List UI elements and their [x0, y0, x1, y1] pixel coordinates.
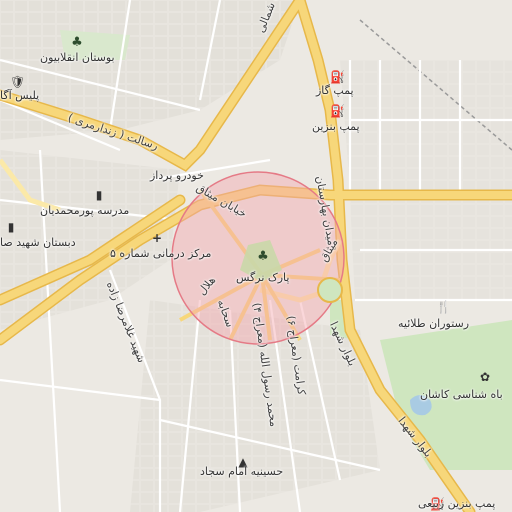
tree-icon[interactable]: ✿ — [478, 370, 492, 384]
school-icon[interactable]: ▮ — [92, 188, 106, 202]
poi-label: رستوران طلائیه — [398, 317, 470, 330]
roundabout — [317, 277, 343, 303]
residential-area — [340, 60, 512, 190]
police-icon[interactable]: 🛡 — [10, 75, 25, 89]
fuel-icon[interactable]: ⛽ — [330, 70, 345, 84]
restaurant-icon[interactable]: 🍴 — [436, 300, 451, 314]
poi-label: باه شناسی کاشان — [420, 388, 503, 401]
poi-label: بوستان انقلابیون — [40, 51, 115, 64]
poi-label: پمپ بنزین — [312, 120, 360, 133]
map-view[interactable]: ♣ 🛡 ▮ ▮ + ♣ ⛽ ⛽ 🍴 ✿ ▲ ⛽ بوستان انقلابیون… — [0, 0, 512, 512]
park-icon[interactable]: ♣ — [256, 250, 270, 264]
school-icon[interactable]: ▮ — [4, 220, 18, 234]
poi-label: پلیس آگا — [0, 89, 40, 102]
fuel-icon[interactable]: ⛽ — [330, 104, 345, 118]
poi-label: مرکز درمانی شماره ۵ — [110, 247, 212, 260]
poi-label: پمپ بنزین ربیعی — [418, 497, 496, 510]
poi-label: دبستان شهید صا — [0, 236, 76, 249]
poi-label: مدرسه پورمحمدیان — [40, 204, 130, 217]
poi-label: حسینیه امام سجاد — [200, 465, 284, 478]
hospital-icon[interactable]: + — [150, 231, 164, 245]
park-label: پارک نرگس — [236, 271, 290, 284]
poi-label: پمپ گاز — [316, 84, 354, 97]
poi-label: خودرو پرداز — [150, 169, 204, 182]
tree-icon[interactable]: ♣ — [70, 36, 84, 50]
